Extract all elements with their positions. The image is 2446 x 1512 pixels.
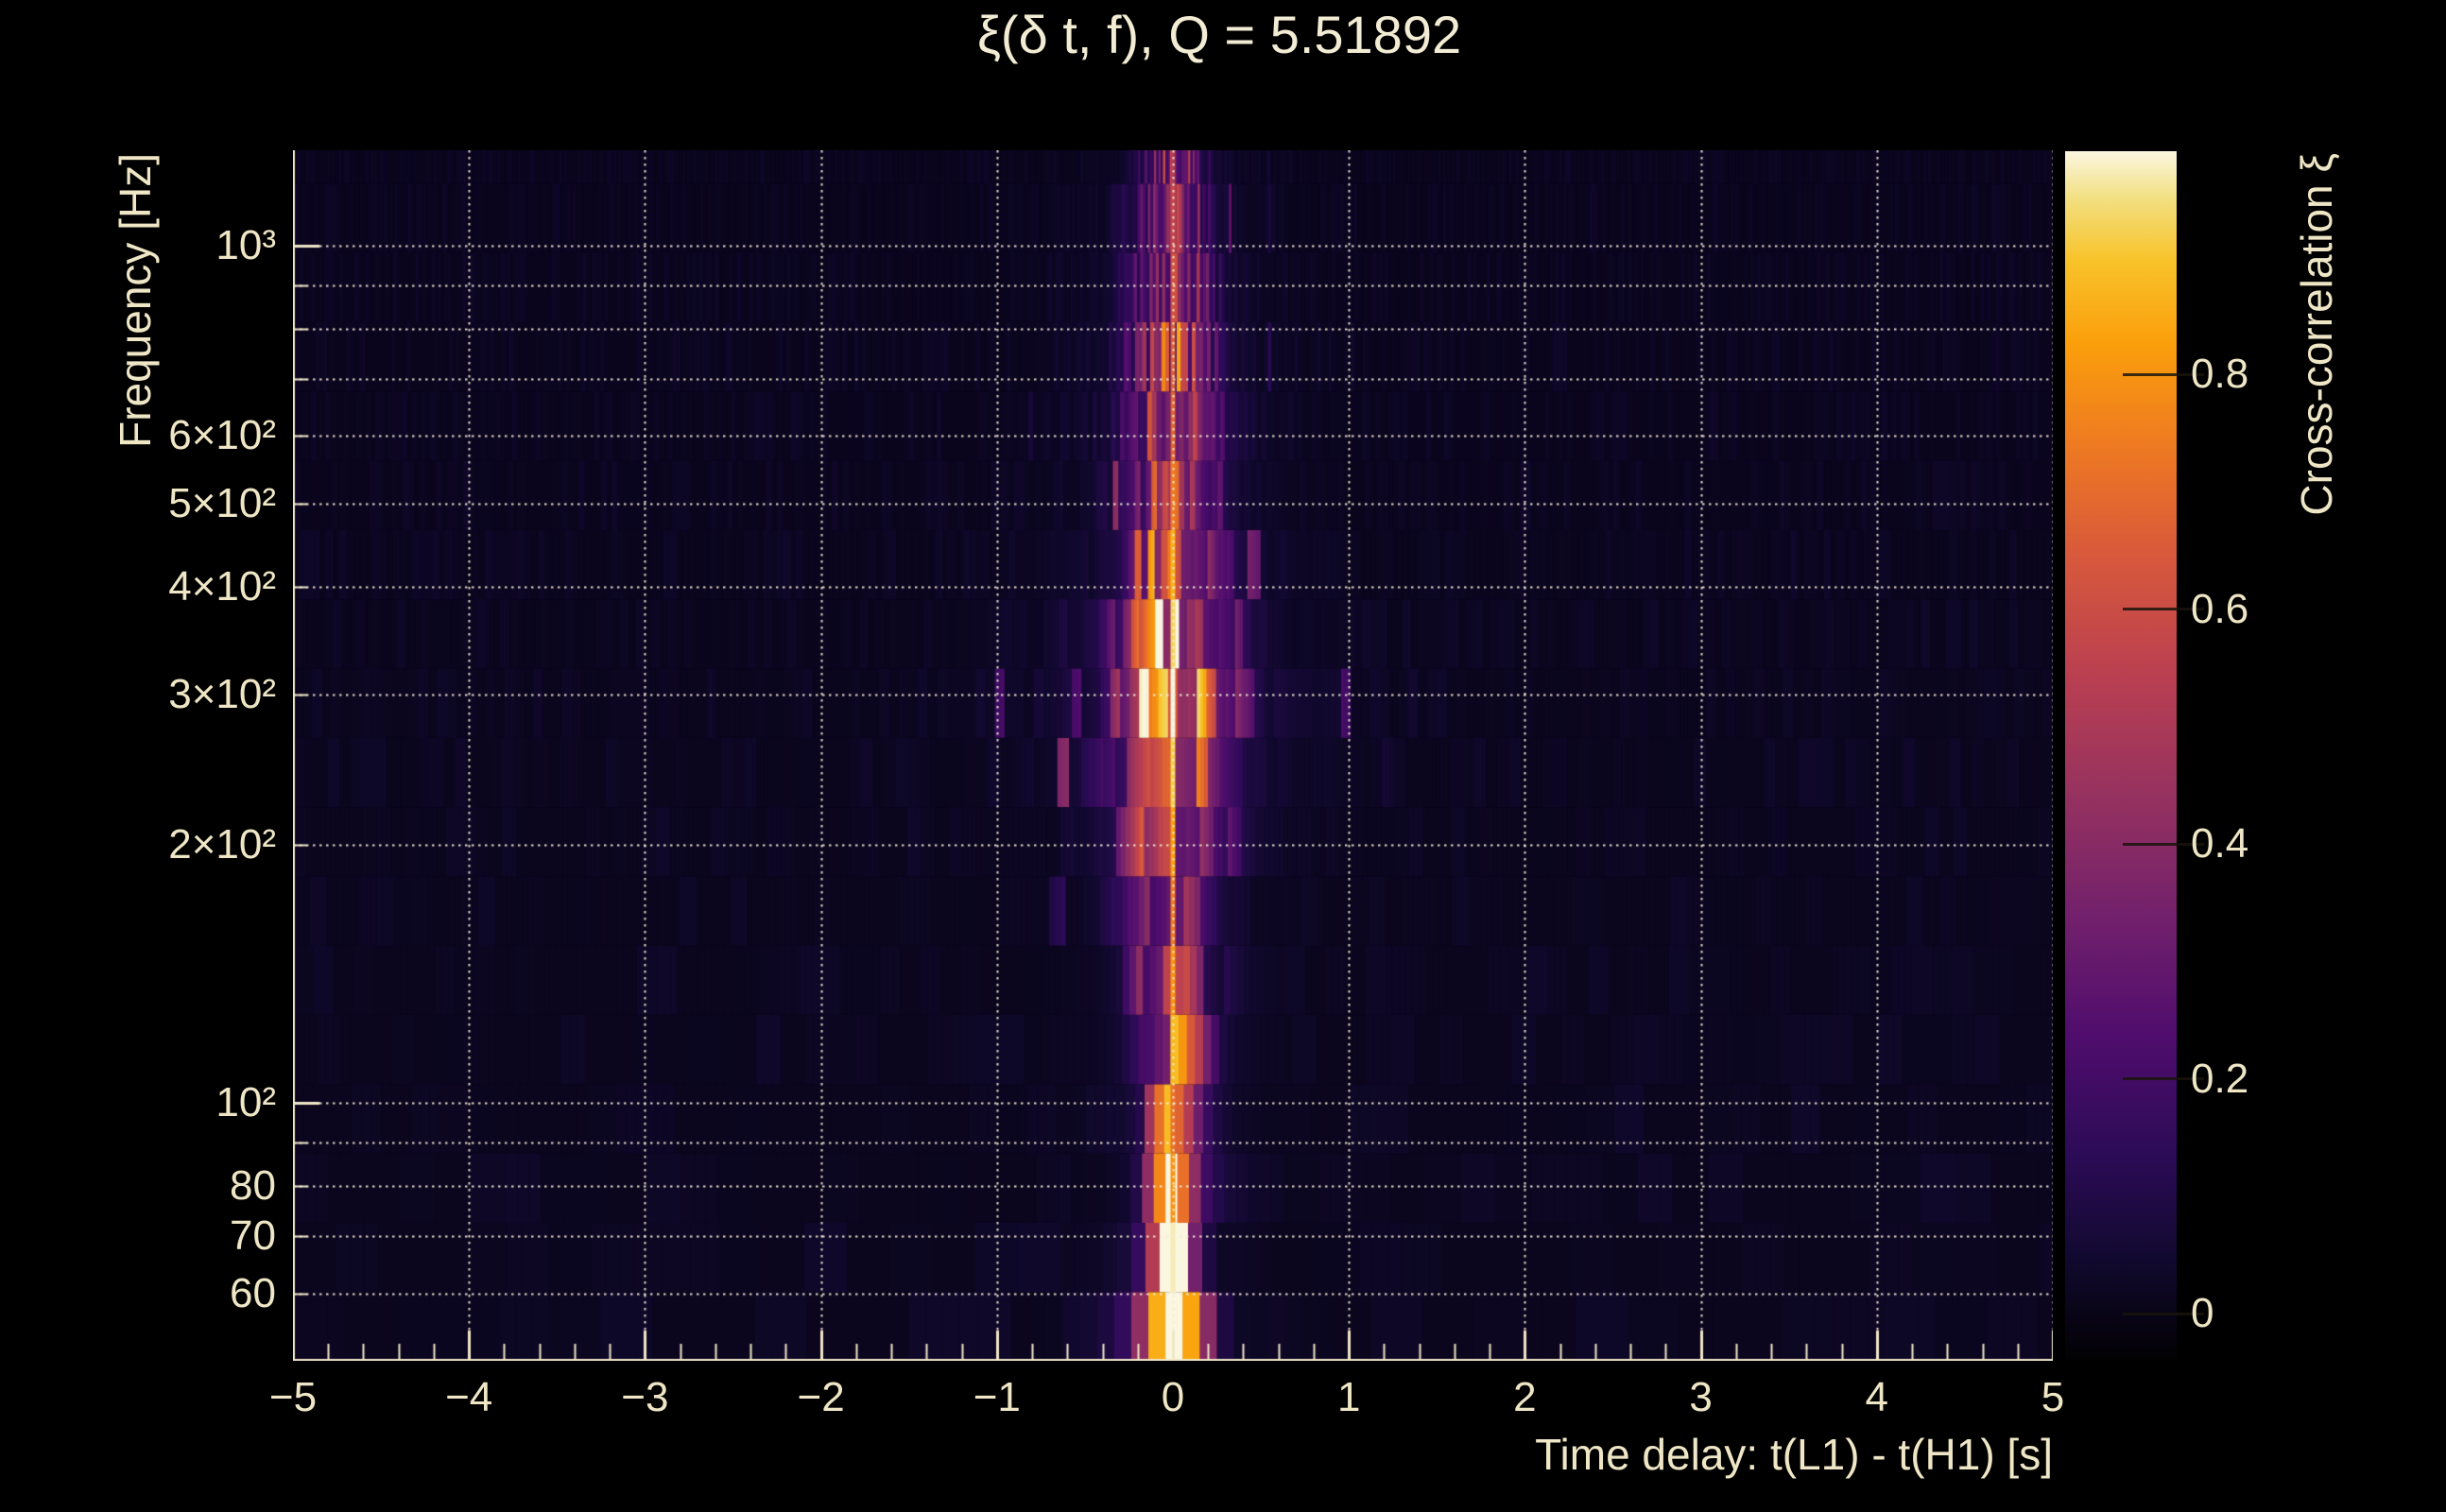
colorbar-tick-label: 0.6 [2191, 585, 2249, 632]
chart-title: ξ(δ t, f), Q = 5.51892 [976, 5, 1462, 64]
y-tick-label: 70 [230, 1211, 276, 1259]
x-tick-label: −4 [445, 1374, 493, 1420]
x-tick-label: 2 [1513, 1374, 1537, 1420]
y-tick-label: 4×10² [168, 563, 276, 610]
y-tick-label: 3×10² [168, 670, 276, 717]
x-tick-label: 4 [1865, 1374, 1889, 1420]
y-tick-label: 2×10² [168, 821, 276, 868]
x-tick-label: −5 [268, 1374, 318, 1420]
qscan-figure: ξ(δ t, f), Q = 5.51892 0.8 0.6 0.4 0.2 0 Fre… [0, 0, 2446, 1512]
x-tick-label: 5 [2041, 1374, 2065, 1420]
x-tick-label: 3 [1689, 1374, 1713, 1420]
colorbar [2065, 151, 2177, 1361]
y-tick-label: 60 [230, 1269, 276, 1316]
colorbar-title: Cross-correlation ξ [2292, 153, 2341, 516]
y-tick-label: 10² [215, 1079, 276, 1126]
x-axis-title: Time delay: t(L1) - t(H1) [s] [1535, 1430, 2053, 1479]
x-tick-label: 0 [1161, 1374, 1185, 1420]
x-tick-label: −2 [797, 1374, 845, 1420]
y-tick-label: 10³ [215, 222, 276, 269]
colorbar-tick-label: 0 [2191, 1290, 2214, 1337]
colorbar-tick-label: 0.2 [2191, 1055, 2249, 1102]
y-tick-label: 80 [230, 1162, 276, 1210]
y-axis-title: Frequency [Hz] [111, 153, 160, 448]
x-tick-label: −1 [973, 1374, 1021, 1420]
y-tick-label: 5×10² [168, 480, 276, 527]
colorbar-tick-label: 0.4 [2191, 820, 2249, 868]
x-tick-label: 1 [1336, 1374, 1361, 1420]
heatmap-canvas [293, 150, 2053, 1361]
x-tick-label: −3 [621, 1374, 669, 1420]
y-tick-label: 6×10² [168, 412, 276, 459]
